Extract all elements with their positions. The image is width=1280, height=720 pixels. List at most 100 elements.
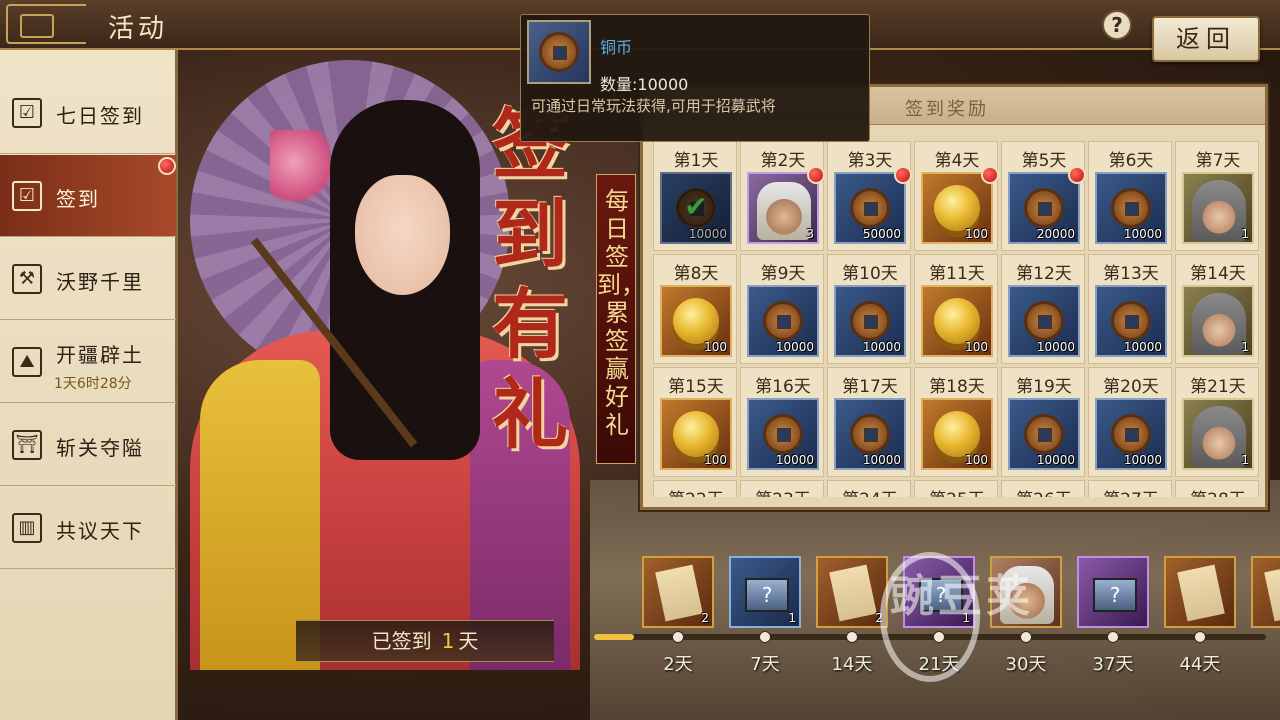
reward-quantity: 1 [1241, 340, 1249, 354]
signed-unit: 天 [458, 629, 479, 653]
soldier-portrait-icon [1192, 406, 1246, 468]
day-reward-cell[interactable]: 第3天 50000 [827, 141, 912, 251]
milestone-reward-3[interactable]: 2 [816, 556, 888, 628]
day-label: 第7天 [1195, 151, 1241, 171]
sidebar-item-5[interactable]: ⛩ 斩关夺隘 [0, 404, 176, 486]
hair-flowers [270, 130, 330, 210]
day-reward-cell[interactable]: 第27天 [1088, 480, 1172, 497]
notification-dot [981, 166, 999, 184]
sidebar-item-1[interactable]: ☑ 七日签到 [0, 72, 176, 154]
day-reward-cell[interactable]: 第13天 10000 [1088, 254, 1172, 364]
reward-item-slot[interactable]: 10000 [834, 285, 906, 357]
reward-item-slot[interactable]: 100 [660, 285, 732, 357]
reward-quantity: 10000 [1123, 227, 1162, 241]
reward-item-slot[interactable]: 20000 [1008, 172, 1080, 244]
reward-quantity: 1 [788, 611, 796, 625]
gold-ingot-icon [934, 185, 980, 231]
day-reward-cell[interactable]: 第28天 [1175, 480, 1259, 497]
reward-item-slot[interactable]: 100 [921, 172, 993, 244]
reward-item-slot[interactable]: 10000 [1095, 398, 1167, 470]
day-reward-cell[interactable]: 第22天 [653, 480, 737, 497]
day-reward-cell[interactable]: 第5天 20000 [1001, 141, 1086, 251]
banner-title: 签到有礼 [492, 100, 568, 459]
reward-item-slot[interactable]: 3 [747, 172, 819, 244]
day-reward-cell[interactable]: 第6天 10000 [1088, 141, 1172, 251]
milestone-reward-2[interactable]: ? 1 [729, 556, 801, 628]
day-label: 第27天 [1089, 485, 1173, 497]
reward-item-slot[interactable]: 100 [921, 398, 993, 470]
day-reward-cell[interactable]: 第12天 10000 [1001, 254, 1085, 364]
milestone-label: 44天 [1179, 654, 1221, 675]
day-reward-cell[interactable]: 第18天 100 [914, 367, 998, 477]
day-reward-cell[interactable]: 第2天 3 [740, 141, 825, 251]
day-reward-cell[interactable]: 第16天 10000 [740, 367, 824, 477]
day-reward-cell[interactable]: 第17天 10000 [827, 367, 911, 477]
milestone-label: 37天 [1092, 654, 1134, 675]
reward-item-slot[interactable]: 10000 [1095, 172, 1167, 244]
tooltip-qty-label: 数量: [600, 75, 638, 94]
reward-item-slot[interactable]: 10000 [1008, 285, 1080, 357]
day-reward-cell[interactable]: 第10天 10000 [827, 254, 911, 364]
signed-count: 1 [441, 629, 455, 653]
gold-ingot-icon [673, 298, 719, 344]
reward-item-slot[interactable]: 1 [1182, 398, 1254, 470]
reward-item-slot[interactable]: 10000 [834, 398, 906, 470]
day-reward-cell[interactable]: 第9天 10000 [740, 254, 824, 364]
sidebar-item-3[interactable]: ⚒ 沃野千里 [0, 238, 176, 320]
day-reward-cell[interactable]: 第19天 10000 [1001, 367, 1085, 477]
reward-quantity: 10000 [1036, 340, 1075, 354]
day-reward-cell[interactable]: 第7天 1 [1175, 141, 1259, 251]
copper-coin-icon [763, 301, 803, 341]
day-reward-cell[interactable]: 第26天 [1001, 480, 1085, 497]
day-reward-cell[interactable]: 第1天 ✔ 10000 [653, 141, 737, 251]
reward-item-slot[interactable]: 1 [1182, 172, 1254, 244]
day-reward-cell[interactable]: 第15天 100 [653, 367, 737, 477]
day-reward-cell[interactable]: 第25天 [914, 480, 998, 497]
reward-item-slot[interactable]: 100 [921, 285, 993, 357]
scroll-icon [829, 564, 877, 622]
tooltip-qty-value: 10000 [637, 75, 689, 94]
tooltip-quantity: 数量:10000 [600, 71, 688, 95]
milestone-reward-1[interactable]: 2 [642, 556, 714, 628]
reward-item-slot[interactable]: 50000 [834, 172, 906, 244]
day-label: 第21天 [1190, 377, 1246, 397]
day-label: 第11天 [929, 264, 985, 284]
back-button[interactable]: 返回 [1152, 16, 1260, 62]
sidebar-item-2[interactable]: ☑ 签到 [0, 155, 176, 237]
sidebar-item-6[interactable]: ▥ 共议天下 [0, 487, 176, 569]
day-label: 第9天 [760, 264, 806, 284]
milestone-reward-7[interactable] [1164, 556, 1236, 628]
day-reward-cell[interactable]: 第21天 1 [1175, 367, 1259, 477]
reward-item-slot[interactable]: 10000 [747, 285, 819, 357]
reward-quantity: 10000 [775, 453, 814, 467]
reward-item-slot[interactable]: 10000 [1008, 398, 1080, 470]
day-reward-cell[interactable]: 第8天 100 [653, 254, 737, 364]
copper-coin-icon [850, 188, 890, 228]
reward-item-slot[interactable]: 10000 [1095, 285, 1167, 357]
day-label: 第12天 [1016, 264, 1072, 284]
milestone-reward-6[interactable]: ? [1077, 556, 1149, 628]
help-button[interactable]: ? [1102, 10, 1132, 40]
reward-item-slot[interactable]: 1 [1182, 285, 1254, 357]
copper-coin-icon [1024, 188, 1064, 228]
day-label: 第14天 [1190, 264, 1246, 284]
signed-count-bar: 已签到 1 天 [296, 620, 554, 662]
reward-item-slot[interactable]: 100 [660, 398, 732, 470]
copper-coin-icon [1024, 301, 1064, 341]
day-reward-grid[interactable]: 第1天 ✔ 10000 第2天 3 第3天 50000 第4天 100 第5天 20000 第6天 10… [653, 141, 1261, 497]
day-reward-cell[interactable]: 第24天 [827, 480, 911, 497]
milestone-reward-8[interactable] [1251, 556, 1280, 628]
copper-coin-icon [1111, 301, 1151, 341]
reward-quantity: 2 [701, 611, 709, 625]
day-reward-cell[interactable]: 第20天 10000 [1088, 367, 1172, 477]
day-reward-cell[interactable]: 第11天 100 [914, 254, 998, 364]
day-reward-cell[interactable]: 第14天 1 [1175, 254, 1259, 364]
sidebar-item-4[interactable]: ⛰ 开疆辟土 1天6时28分 [0, 321, 176, 403]
day-label: 第23天 [741, 485, 825, 497]
reward-item-slot[interactable]: ✔ 10000 [660, 172, 732, 244]
mystery-chest-icon: ? [1093, 578, 1137, 612]
day-reward-cell[interactable]: 第23天 [740, 480, 824, 497]
copper-coin-icon [1024, 414, 1064, 454]
day-reward-cell[interactable]: 第4天 100 [914, 141, 999, 251]
reward-item-slot[interactable]: 10000 [747, 398, 819, 470]
